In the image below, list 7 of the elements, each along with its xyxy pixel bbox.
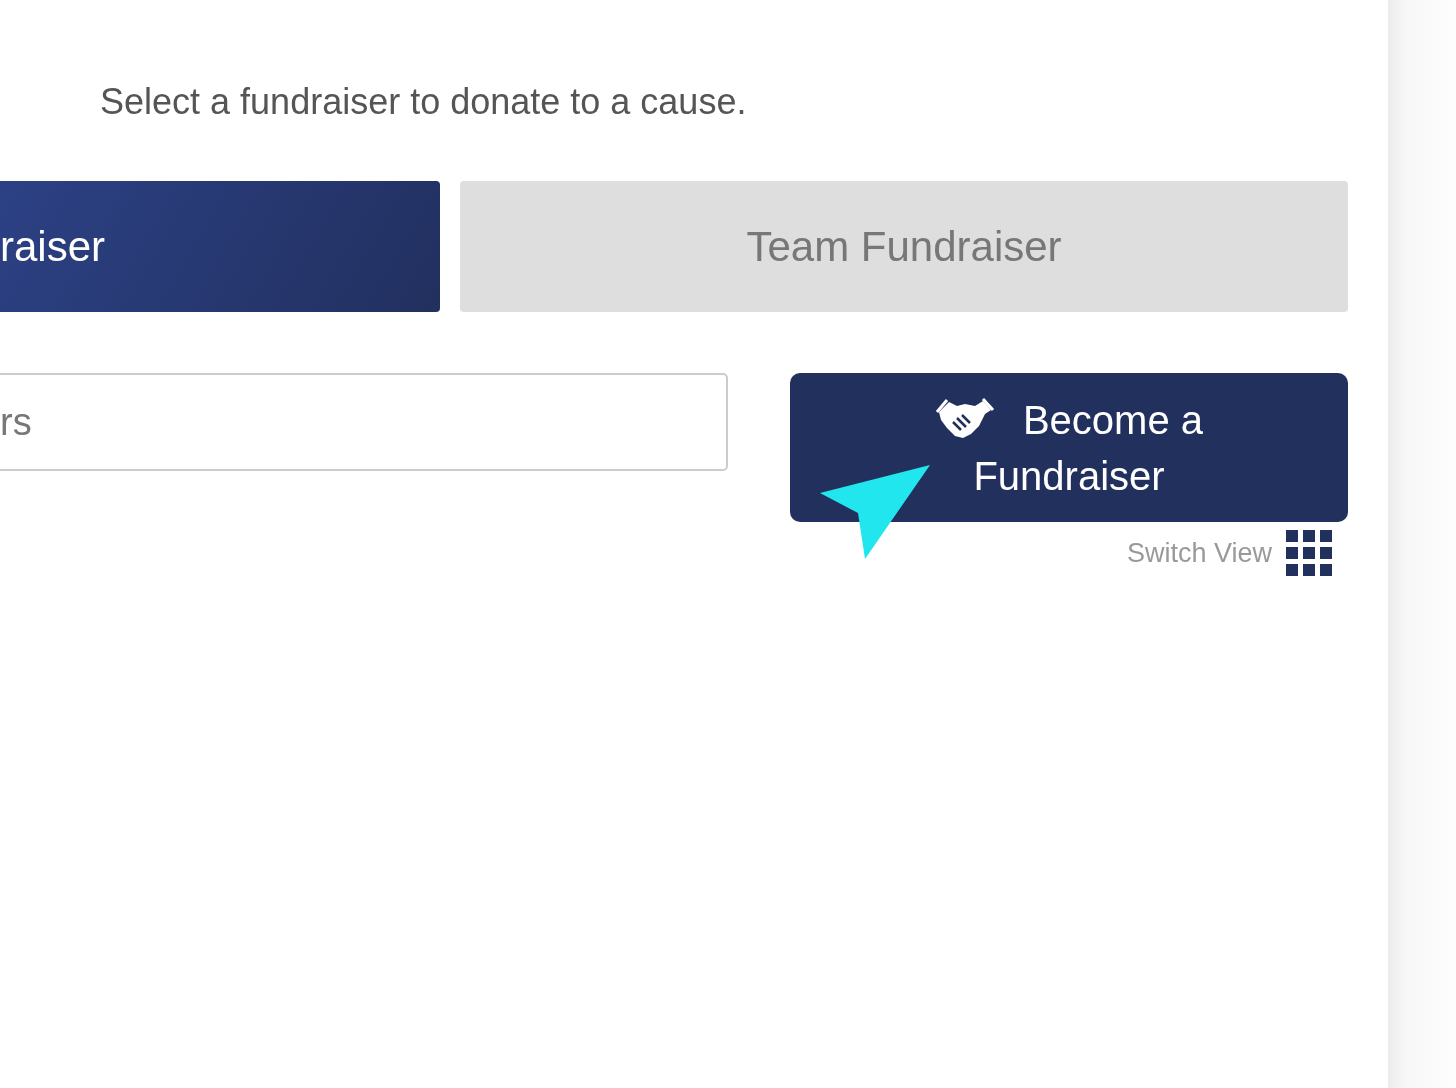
grid-icon[interactable] [1286,530,1332,576]
tab[interactable]: raiser [0,181,440,312]
pointer-arrow-icon [820,465,932,560]
become-fundraiser-button[interactable]: Become a Fundraiser [790,373,1348,522]
handshake-icon [934,397,995,440]
search-field[interactable]: rs [0,373,728,471]
instruction-text: Select a fundraiser to donate to a cause. [99,80,748,124]
